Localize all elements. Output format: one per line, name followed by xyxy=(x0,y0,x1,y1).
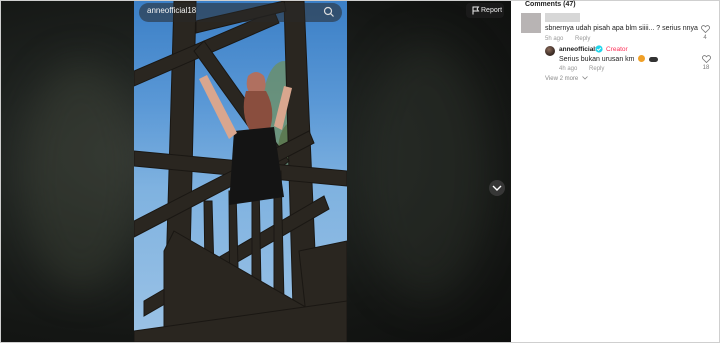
sunglasses-face-emoji-icon xyxy=(649,57,659,62)
heart-icon xyxy=(700,25,710,33)
reply-text: Serius bukan urusan km xyxy=(559,56,635,63)
search-icon[interactable] xyxy=(323,6,335,18)
like-button[interactable]: 4 xyxy=(700,25,710,45)
comment-time: 5h ago xyxy=(545,36,564,42)
like-count: 18 xyxy=(702,65,710,71)
comments-header: Comments (47) xyxy=(525,1,576,8)
avatar[interactable] xyxy=(545,46,555,56)
comment-text: sbnernya udah pisah apa blm siiii... ? s… xyxy=(545,25,698,32)
verified-badge-icon xyxy=(595,45,603,53)
heart-icon xyxy=(701,55,711,63)
report-button[interactable]: Report xyxy=(466,3,504,18)
next-video-button[interactable] xyxy=(489,180,505,196)
comments-panel: Comments (47) sbnernya udah pisah apa bl… xyxy=(511,1,719,342)
reply-meta: 4h ago Reply xyxy=(559,66,614,72)
video-frame[interactable] xyxy=(134,1,347,342)
reply-link[interactable]: Reply xyxy=(589,66,604,72)
search-query-username: anneofficial18 xyxy=(147,6,197,15)
view-more-replies[interactable]: View 2 more xyxy=(545,76,588,82)
avatar[interactable] xyxy=(521,13,541,33)
creator-badge: Creator xyxy=(606,46,628,53)
chevron-down-icon xyxy=(582,76,588,80)
like-count: 4 xyxy=(703,35,707,41)
redacted-username xyxy=(545,13,580,22)
report-label: Report xyxy=(481,7,503,14)
reply-time: 4h ago xyxy=(559,66,578,72)
flag-icon xyxy=(472,6,480,15)
blurred-background xyxy=(361,41,491,301)
blurred-background xyxy=(21,61,141,291)
like-button[interactable]: 18 xyxy=(700,55,712,75)
video-content-image xyxy=(134,1,347,342)
reply-text-line: Serius bukan urusan km xyxy=(559,55,659,63)
angry-face-emoji-icon xyxy=(638,55,646,62)
comment-meta: 5h ago Reply xyxy=(545,36,600,42)
chevron-down-icon xyxy=(492,185,502,191)
view-more-label: View 2 more xyxy=(545,76,579,82)
video-player[interactable]: anneofficial18 Report xyxy=(1,1,511,342)
search-bar[interactable]: anneofficial18 xyxy=(139,3,342,22)
reply-link[interactable]: Reply xyxy=(575,36,590,42)
